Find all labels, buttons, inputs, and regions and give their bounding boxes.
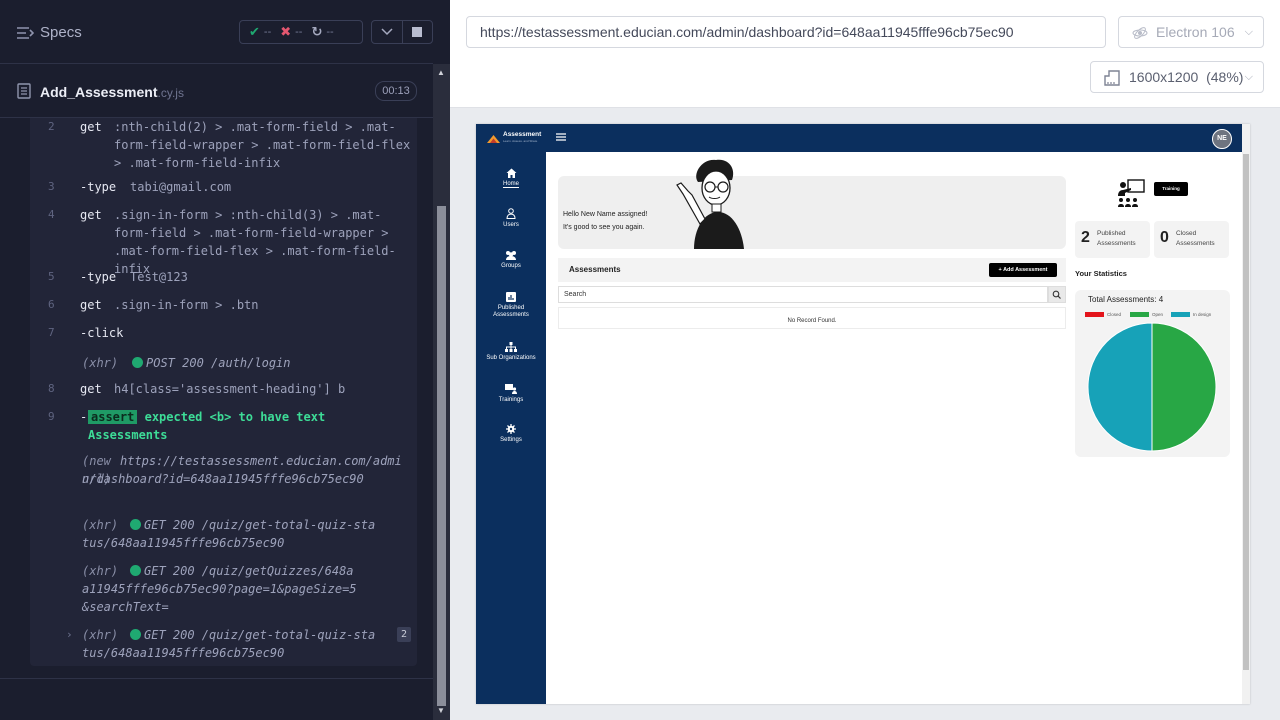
chevron-down-icon: ⌵ <box>1244 26 1253 38</box>
assert-badge: assert <box>88 410 138 424</box>
chart-icon <box>506 292 516 302</box>
specs-menu-icon[interactable] <box>16 24 34 42</box>
cypress-runner-panel: Specs ✔ -- ✖ -- ↻ -- Add_Assessment.cy.j… <box>0 0 450 720</box>
training-icon <box>505 384 517 394</box>
test-stats: ✔ -- ✖ -- ↻ -- <box>239 20 363 44</box>
nav-item-settings[interactable]: Settings <box>476 424 546 444</box>
legend-swatch <box>1171 312 1190 317</box>
search-button[interactable] <box>1048 286 1066 303</box>
passed-stat: ✔ -- <box>249 24 272 39</box>
aut-header: https://testassessment.educian.com/admin… <box>450 0 1280 108</box>
scroll-up-icon[interactable]: ▲ <box>437 68 445 77</box>
run-controls <box>371 20 433 44</box>
command-log: 2 get :nth-child(2) > .mat-form-field > … <box>30 118 417 666</box>
scroll-down-icon[interactable]: ▼ <box>437 706 445 715</box>
gear-icon <box>506 424 516 434</box>
runner-footer <box>0 678 433 720</box>
pending-stat: ↻ -- <box>311 24 334 39</box>
stop-icon[interactable] <box>403 21 433 43</box>
status-ok-icon <box>132 357 143 368</box>
app-scrollbar[interactable] <box>1242 124 1250 704</box>
status-ok-icon <box>130 629 141 640</box>
specs-bar: Specs ✔ -- ✖ -- ↻ -- <box>0 0 433 64</box>
status-ok-icon <box>130 519 141 530</box>
chevron-down-icon[interactable] <box>372 21 403 43</box>
legend-item-in-design[interactable]: In design <box>1171 312 1211 317</box>
app-sidebar: Home Users Groups Published Assessments … <box>476 152 546 704</box>
pie-slice-in-design[interactable] <box>1087 322 1153 452</box>
search-icon <box>1052 290 1061 299</box>
training-area: Training <box>1116 179 1188 212</box>
groups-icon <box>506 251 516 260</box>
avatar[interactable]: NE <box>1212 129 1232 149</box>
assessments-header: Assessments + Add Assessment <box>558 258 1066 282</box>
legend-item-closed[interactable]: Closed <box>1085 312 1121 317</box>
waving-person-illustration <box>676 159 744 249</box>
spec-title: Add_Assessment.cy.js <box>40 84 184 100</box>
pie-chart <box>1087 322 1217 452</box>
electron-icon <box>1132 27 1148 39</box>
scroll-thumb[interactable] <box>437 206 446 706</box>
specs-label[interactable]: Specs <box>40 24 82 41</box>
file-icon <box>17 83 31 99</box>
hamburger-icon[interactable] <box>556 132 566 142</box>
app-preview: Assessment Learn. Assess. and Share NE H… <box>476 124 1250 704</box>
statistics-heading: Your Statistics <box>1075 269 1127 278</box>
app-topbar: Assessment Learn. Assess. and Share NE <box>476 124 1242 152</box>
legend-swatch <box>1085 312 1104 317</box>
nav-item-sub-organizations[interactable]: Sub Organizations <box>476 342 546 362</box>
nav-item-trainings[interactable]: Trainings <box>476 384 546 404</box>
chart-title: Total Assessments: 4 <box>1088 295 1164 304</box>
check-icon: ✔ <box>249 24 260 39</box>
browser-selector[interactable]: Electron 106 ⌵ <box>1118 16 1264 48</box>
welcome-card: Hello New Name assigned! It's good to se… <box>558 159 1066 249</box>
failed-stat: ✖ -- <box>280 24 303 39</box>
trainer-icon <box>1118 179 1145 207</box>
nav-item-users[interactable]: Users <box>476 208 546 229</box>
spec-header: Add_Assessment.cy.js 00:13 <box>0 64 433 118</box>
app-scroll-thumb[interactable] <box>1243 154 1249 670</box>
chevron-right-icon[interactable]: › <box>66 626 73 644</box>
empty-table-row: No Record Found. <box>558 307 1066 329</box>
runner-scrollbar[interactable]: ▲ ▼ <box>433 64 450 720</box>
add-assessment-button[interactable]: + Add Assessment <box>989 263 1057 277</box>
statistics-card: Total Assessments: 4 Closed Open In desi… <box>1075 290 1230 457</box>
spinner-icon: ↻ <box>311 24 323 39</box>
cross-icon: ✖ <box>280 24 292 39</box>
chevron-down-icon: ⌵ <box>1244 71 1253 83</box>
published-count-card: 2 Published Assessments <box>1075 221 1150 258</box>
nav-item-home[interactable]: Home <box>476 168 546 188</box>
pie-slice-open[interactable] <box>1151 322 1217 452</box>
count-badge: 2 <box>397 627 411 642</box>
spec-duration: 00:13 <box>375 81 417 101</box>
training-button[interactable]: Training <box>1154 182 1188 196</box>
home-icon <box>506 168 516 178</box>
nav-item-published-assessments[interactable]: Published Assessments <box>476 292 546 319</box>
closed-count-card: 0 Closed Assessments <box>1154 221 1229 258</box>
app-logo[interactable]: Assessment Learn. Assess. and Share <box>486 131 542 145</box>
status-ok-icon <box>130 565 141 576</box>
legend-swatch <box>1130 312 1149 317</box>
welcome-text: Hello New Name assigned! It's good to se… <box>563 211 648 231</box>
search-input[interactable]: Search <box>558 286 1048 303</box>
nav-item-groups[interactable]: Groups <box>476 250 546 270</box>
logo-icon <box>487 135 500 143</box>
legend-item-open[interactable]: Open <box>1130 312 1163 317</box>
viewport-info[interactable]: 1600x1200 (48%) ⌵ <box>1090 61 1264 93</box>
org-icon <box>505 342 517 352</box>
ruler-icon <box>1104 70 1120 86</box>
url-bar[interactable]: https://testassessment.educian.com/admin… <box>466 16 1106 48</box>
user-icon <box>506 208 516 219</box>
